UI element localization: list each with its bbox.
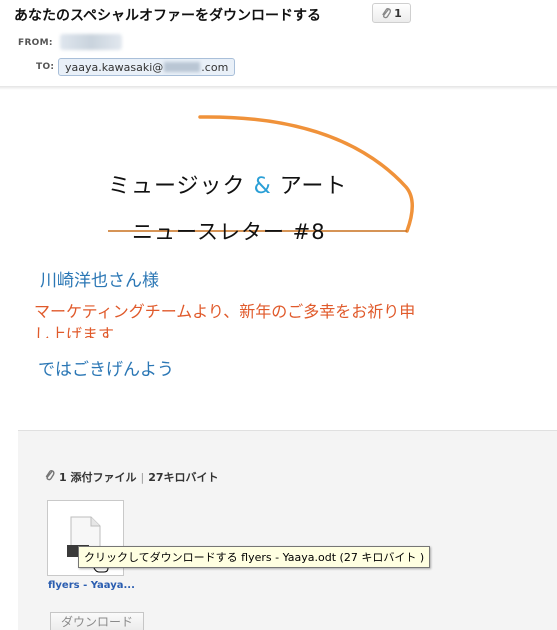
attachment-section: 1 添付ファイル | 27キロバイト クリックしてダウンロードする flyers…: [18, 430, 557, 630]
newsletter-logo-title: ミュージック & アート: [108, 168, 347, 200]
email-viewer: あなたのスペシャルオファーをダウンロードする 1 FROM: TO: yaaya…: [0, 0, 557, 630]
logo-title-part1: ミュージック: [108, 174, 254, 199]
email-header: あなたのスペシャルオファーをダウンロードする 1 FROM: TO: yaaya…: [0, 0, 557, 88]
closing-text: ではごきげんよう: [38, 360, 174, 380]
to-label: TO:: [36, 62, 55, 72]
logo-title-part2: アート: [271, 174, 348, 199]
greeting-text: 川崎洋也さん様: [40, 271, 159, 291]
attachment-count-button[interactable]: 1: [372, 3, 411, 23]
newsletter-logo-subtitle: ニュースレター #8: [132, 220, 326, 244]
recipient-address-prefix: yaaya.kawasaki@: [65, 60, 164, 74]
attachment-count: 1: [394, 6, 402, 20]
summary-separator: |: [140, 470, 145, 484]
logo-ampersand: &: [253, 174, 272, 199]
attachment-summary: 1 添付ファイル | 27キロバイト: [44, 469, 219, 485]
email-body: ミュージック & アート ニュースレター #8 川崎洋也さん様 マーケティングチ…: [0, 90, 557, 430]
attachment-size-label: 27キロバイト: [148, 471, 219, 484]
recipient-domain-redacted: [164, 62, 201, 72]
from-label: FROM:: [18, 38, 53, 48]
recipient-chip[interactable]: yaaya.kawasaki@ .com: [58, 58, 235, 76]
recipient-address-suffix: .com: [201, 60, 229, 74]
download-tooltip: クリックしてダウンロードする flyers - Yaaya.odt (27 キロ…: [78, 546, 431, 568]
message-text: マーケティングチームより、新年のご多幸をお祈り申し上げます: [34, 302, 416, 338]
paperclip-icon: [381, 7, 392, 20]
attachment-count-label: 1 添付ファイル: [59, 471, 137, 484]
attachment-file-link[interactable]: flyers - Yaaya...: [48, 580, 135, 591]
paperclip-icon: [44, 469, 55, 485]
message-container: マーケティングチームより、新年のご多幸をお祈り申し上げます: [34, 300, 434, 338]
download-button[interactable]: ダウンロード: [50, 612, 144, 630]
sender-name-redacted[interactable]: [60, 34, 122, 50]
attachment-gutter: [0, 430, 18, 630]
email-subject: あなたのスペシャルオファーをダウンロードする: [14, 8, 322, 24]
